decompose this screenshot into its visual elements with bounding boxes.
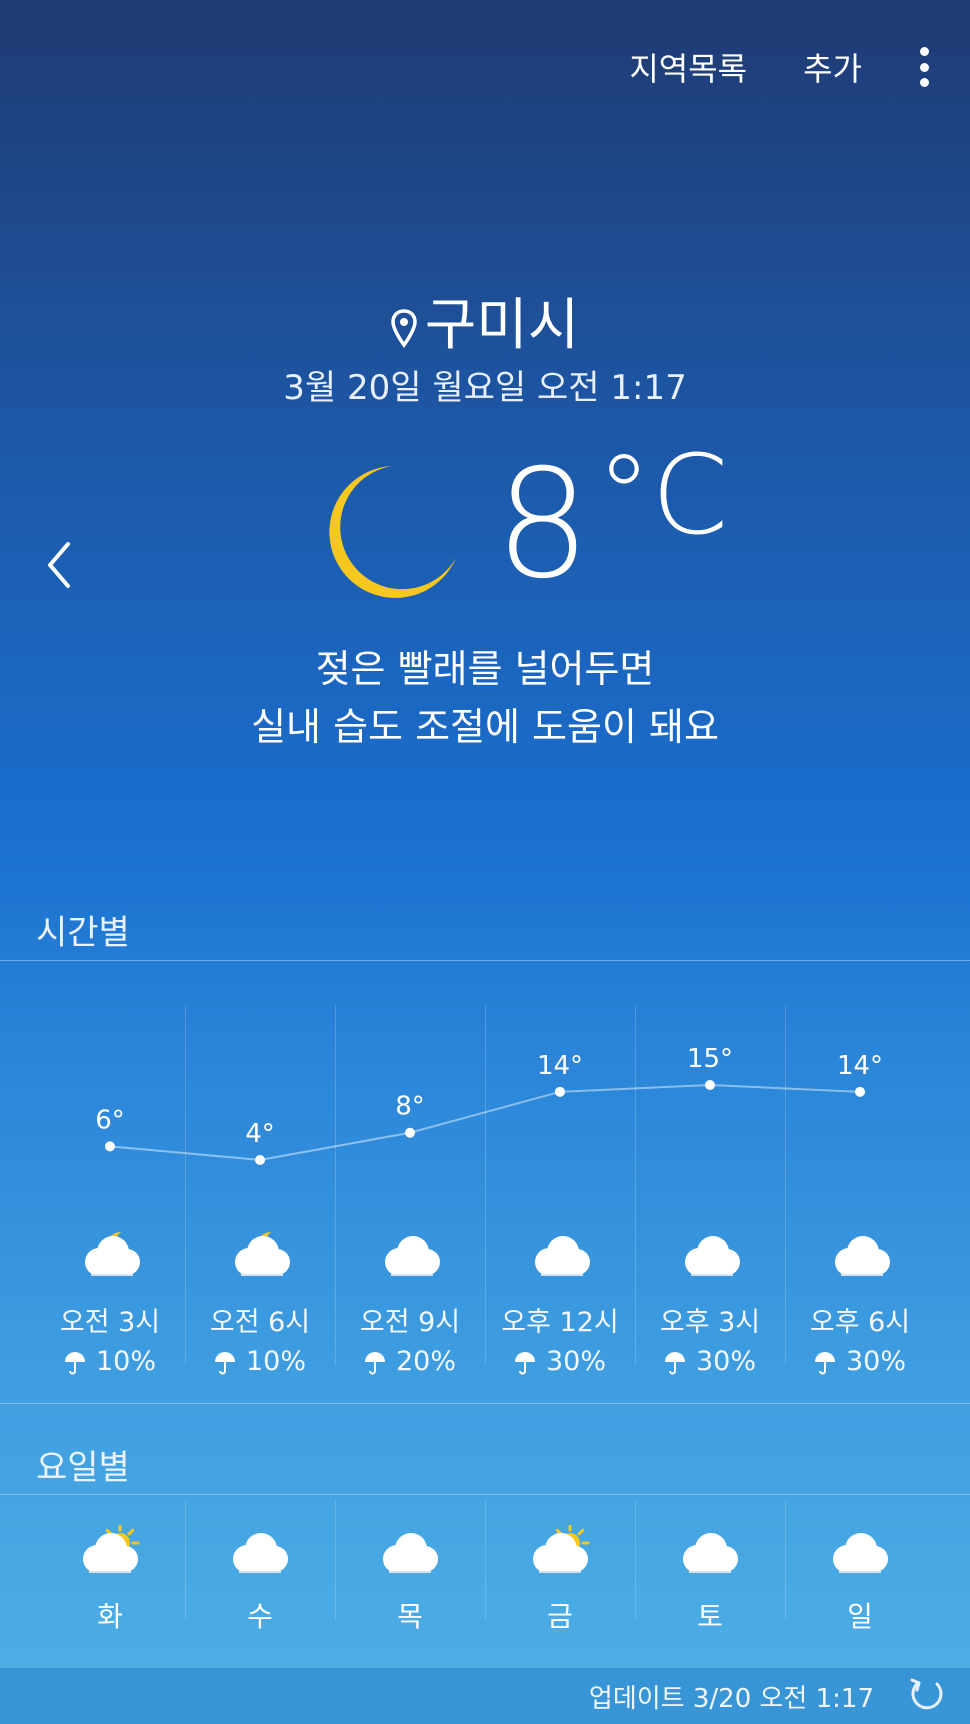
update-footer: 업데이트 3/20 오전 1:17 xyxy=(0,1668,970,1724)
hour-label: 오후 12시 xyxy=(501,1307,619,1338)
temperature-point xyxy=(105,1141,115,1152)
precipitation-value: 30% xyxy=(695,1346,756,1377)
temperature-point xyxy=(555,1086,565,1097)
hour-label: 오전 3시 xyxy=(59,1307,161,1338)
cloud-icon xyxy=(685,1236,740,1276)
temperature-point xyxy=(255,1155,265,1165)
cloud-icon xyxy=(383,1533,438,1573)
precipitation-chance: 20% xyxy=(335,1346,485,1377)
cloud-icon xyxy=(683,1533,738,1573)
temperature-point xyxy=(405,1127,415,1138)
precipitation-value: 30% xyxy=(545,1346,606,1377)
cloud-sun-icon xyxy=(533,1523,590,1573)
hourly-divider-bottom xyxy=(0,1403,970,1404)
umbrella-icon xyxy=(814,1351,835,1374)
current-temperature: 8°C xyxy=(495,440,728,600)
cloud-icon xyxy=(535,1236,590,1276)
previous-location-chevron-icon[interactable] xyxy=(40,540,80,590)
cloud-icon xyxy=(385,1236,440,1276)
precipitation-value: 30% xyxy=(845,1346,906,1377)
add-location-button[interactable]: 추가 xyxy=(803,44,862,90)
temperature-label: 8° xyxy=(395,1092,425,1122)
weather-tip: 젖은 빨래를 널어두면 실내 습도 조절에 도움이 돼요 xyxy=(0,640,970,756)
day-label: 화 xyxy=(97,1600,123,1633)
umbrella-icon xyxy=(64,1351,85,1374)
cloud-moon-icon xyxy=(235,1231,290,1276)
day-label: 수 xyxy=(247,1600,273,1633)
temperature-label: 6° xyxy=(95,1105,125,1135)
temperature-point xyxy=(705,1080,715,1090)
hour-label: 오전 9시 xyxy=(359,1307,461,1338)
hourly-divider-top xyxy=(0,960,970,961)
current-datetime: 3월 20일 월요일 오전 1:17 xyxy=(283,368,687,408)
temperature-line xyxy=(109,1083,861,1162)
temperature-label: 14° xyxy=(837,1051,883,1081)
cloud-moon-icon xyxy=(85,1231,140,1276)
cloud-sun-icon xyxy=(83,1523,140,1573)
cloud-icon xyxy=(233,1533,288,1573)
umbrella-icon xyxy=(514,1351,535,1374)
precipitation-chance: 10% xyxy=(185,1346,335,1377)
hour-label: 오후 6시 xyxy=(809,1307,911,1338)
day-label: 목 xyxy=(397,1600,423,1633)
weather-tip-line-1: 젖은 빨래를 널어두면 xyxy=(315,647,655,691)
cloud-icon xyxy=(835,1236,890,1276)
temperature-label: 14° xyxy=(537,1051,583,1081)
hourly-temperature-chart: 6° 4° 8° 14° 15° 14° xyxy=(95,1044,883,1165)
day-label: 금 xyxy=(547,1600,573,1633)
precipitation-chance: 30% xyxy=(635,1346,785,1377)
top-bar: 지역목록 추가 xyxy=(629,44,930,90)
hourly-section-label: 시간별 xyxy=(36,913,130,953)
precipitation-value: 10% xyxy=(95,1346,156,1377)
hour-label: 오전 6시 xyxy=(209,1307,311,1338)
temperature-label: 4° xyxy=(245,1119,275,1149)
location-pin-icon xyxy=(390,309,417,348)
last-updated-text: 업데이트 3/20 오전 1:17 xyxy=(588,1684,874,1714)
day-label: 일 xyxy=(847,1600,873,1633)
refresh-icon[interactable] xyxy=(906,1674,946,1714)
day-label: 토 xyxy=(697,1600,723,1633)
umbrella-icon xyxy=(364,1351,385,1374)
precipitation-chance: 10% xyxy=(35,1346,185,1377)
precipitation-value: 10% xyxy=(245,1346,306,1377)
precipitation-value: 20% xyxy=(395,1346,456,1377)
hour-label: 오후 3시 xyxy=(659,1307,761,1338)
region-list-button[interactable]: 지역목록 xyxy=(629,44,747,90)
location-title: 구미시 xyxy=(0,280,970,361)
precipitation-chance: 30% xyxy=(485,1346,635,1377)
daily-divider-top xyxy=(0,1494,970,1495)
temperature-point xyxy=(855,1086,865,1097)
umbrella-icon xyxy=(214,1351,235,1374)
temperature-value: 8 xyxy=(495,438,591,612)
location-name: 구미시 xyxy=(424,293,580,358)
crescent-moon-icon xyxy=(329,466,456,598)
precipitation-chance: 30% xyxy=(785,1346,935,1377)
cloud-icon xyxy=(833,1533,888,1573)
temperature-unit: °C xyxy=(596,431,729,559)
weather-tip-line-2: 실내 습도 조절에 도움이 돼요 xyxy=(251,705,719,749)
daily-section-label: 요일별 xyxy=(36,1448,130,1488)
temperature-label: 15° xyxy=(687,1044,733,1074)
more-options-icon[interactable] xyxy=(918,47,930,87)
umbrella-icon xyxy=(664,1351,685,1374)
